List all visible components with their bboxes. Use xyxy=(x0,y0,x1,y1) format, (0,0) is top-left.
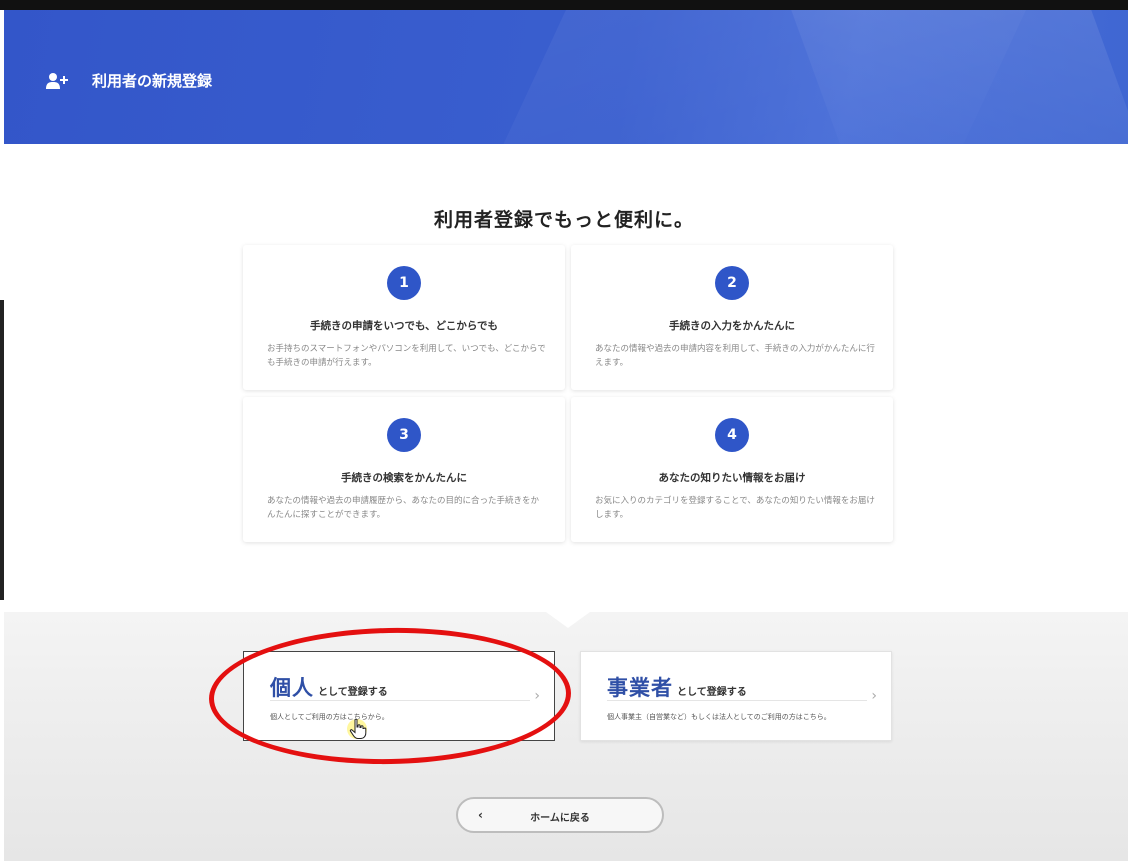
step-number-badge: 3 xyxy=(387,418,421,452)
chevron-right-icon: › xyxy=(871,688,877,704)
section-notch-decoration xyxy=(546,612,590,628)
feature-card-3: 3 手続きの検索をかんたんに あなたの情報や過去の申請履歴から、あなたの目的に合… xyxy=(243,397,565,542)
divider xyxy=(607,700,867,701)
feature-description: あなたの情報や過去の申請内容を利用して、手続きの入力がかんたんに行えます。 xyxy=(595,344,875,368)
header-decoration xyxy=(783,10,1128,144)
header-title-group: 利用者の新規登録 xyxy=(46,70,212,91)
page-title: 利用者の新規登録 xyxy=(92,72,213,90)
register-business-description: 個人事業主（自営業など）もしくは法人としてのご利用の方はこちら。 xyxy=(607,713,831,721)
back-to-home-label: ホームに戻る xyxy=(530,813,590,824)
window-left-edge xyxy=(0,300,4,600)
register-business-heading: 事業者 として登録する xyxy=(607,672,747,702)
step-number-badge: 1 xyxy=(387,266,421,300)
feature-description: お手持ちのスマートフォンやパソコンを利用して、いつでも、どこからでも手続きの申請… xyxy=(267,344,546,368)
register-business-small-label: として登録する xyxy=(677,687,747,698)
feature-card-2: 2 手続きの入力をかんたんに あなたの情報や過去の申請内容を利用して、手続きの入… xyxy=(571,245,893,390)
feature-card-4: 4 あなたの知りたい情報をお届け お気に入りのカテゴリを登録することで、あなたの… xyxy=(571,397,893,542)
feature-title: 手続きの申請をいつでも、どこからでも xyxy=(309,320,499,332)
feature-title: 手続きの入力をかんたんに xyxy=(669,320,795,332)
section-headline: 利用者登録でもっと便利に。 xyxy=(433,209,694,231)
feature-description: あなたの情報や過去の申請履歴から、あなたの目的に合った手続きをかんたんに探すこと… xyxy=(267,496,540,520)
register-business-button[interactable]: 事業者 として登録する › 個人事業主（自営業など）もしくは法人としてのご利用の… xyxy=(580,651,892,741)
user-add-icon xyxy=(46,72,68,89)
back-to-home-button[interactable]: ‹ ホームに戻る xyxy=(456,797,664,833)
feature-title: あなたの知りたい情報をお届け xyxy=(658,472,806,484)
page-header: 利用者の新規登録 xyxy=(4,10,1128,144)
step-number-badge: 2 xyxy=(715,266,749,300)
feature-card-1: 1 手続きの申請をいつでも、どこからでも お手持ちのスマートフォンやパソコンを利… xyxy=(243,245,565,390)
step-number-badge: 4 xyxy=(715,418,749,452)
register-business-big-label: 事業者 xyxy=(607,676,673,700)
feature-description: お気に入りのカテゴリを登録することで、あなたの知りたい情報をお届けします。 xyxy=(595,496,875,520)
feature-title: 手続きの検索をかんたんに xyxy=(341,472,467,484)
window-top-border xyxy=(0,0,1128,10)
